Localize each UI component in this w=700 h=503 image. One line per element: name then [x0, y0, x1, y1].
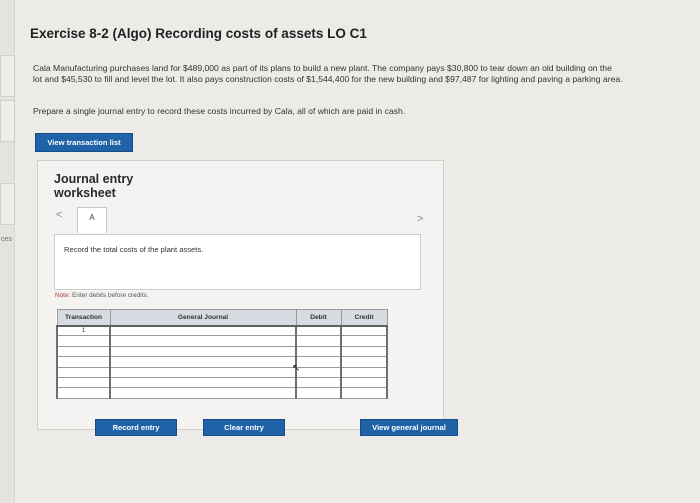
journal-table: Transaction General Journal Debit Credit… — [56, 309, 388, 399]
account-input[interactable] — [109, 366, 297, 378]
left-sidebar-strip — [0, 0, 15, 503]
sidebar-box — [0, 55, 15, 97]
sidebar-box — [0, 100, 15, 142]
debit-header: Debit — [295, 309, 342, 327]
account-input[interactable] — [109, 387, 297, 399]
view-transaction-list-button[interactable]: View transaction list — [35, 133, 133, 152]
debit-input[interactable] — [295, 335, 342, 347]
note-body: Enter debits before credits. — [72, 292, 149, 299]
credit-input[interactable] — [340, 335, 388, 347]
debit-input[interactable] — [295, 387, 342, 399]
mouse-pointer-icon: ↖ — [292, 363, 301, 374]
instruction-text: Record the total costs of the plant asse… — [64, 245, 204, 254]
transaction-cell — [56, 376, 111, 389]
note-label: Note: — [55, 292, 71, 299]
clear-entry-button[interactable]: Clear entry — [203, 419, 285, 436]
account-input[interactable] — [109, 345, 297, 358]
sidebar-box — [0, 183, 15, 225]
debit-input[interactable] — [295, 356, 342, 368]
transaction-cell — [56, 356, 111, 368]
table-row: 1 — [56, 324, 388, 337]
credit-input[interactable] — [340, 387, 388, 399]
sidebar-fragment-text: ces — [1, 236, 12, 243]
credit-input[interactable] — [340, 324, 388, 337]
credit-header: Credit — [340, 309, 388, 327]
credit-input[interactable] — [340, 356, 388, 368]
transaction-cell — [56, 366, 111, 378]
record-entry-button[interactable]: Record entry — [95, 419, 177, 436]
journal-entry-worksheet-panel: Journal entry worksheet < A > Record the… — [37, 160, 458, 436]
transaction-cell — [56, 335, 111, 347]
transaction-cell — [56, 387, 111, 399]
table-row — [56, 366, 388, 378]
debit-input[interactable] — [295, 366, 342, 378]
table-row — [56, 376, 388, 389]
debit-input[interactable] — [295, 376, 342, 389]
table-row — [56, 356, 388, 368]
account-input[interactable] — [109, 376, 297, 389]
credit-input[interactable] — [340, 376, 388, 389]
transaction-header: Transaction — [56, 309, 111, 327]
general-journal-header: General Journal — [109, 309, 297, 327]
exercise-title: Exercise 8-2 (Algo) Recording costs of a… — [30, 26, 367, 41]
account-input[interactable] — [109, 335, 297, 347]
exercise-description: Cala Manufacturing purchases land for $4… — [33, 63, 623, 84]
prev-arrow-icon[interactable]: < — [56, 209, 62, 221]
debit-input[interactable] — [295, 345, 342, 358]
table-row — [56, 387, 388, 399]
debit-input[interactable] — [295, 324, 342, 337]
table-row — [56, 345, 388, 358]
transaction-cell: 1 — [56, 324, 111, 337]
account-input[interactable] — [109, 356, 297, 368]
exercise-prompt: Prepare a single journal entry to record… — [33, 106, 406, 116]
next-arrow-icon[interactable]: > — [417, 213, 423, 225]
table-row — [56, 335, 388, 347]
note-text: Note: Enter debits before credits. — [55, 292, 148, 299]
credit-input[interactable] — [340, 366, 388, 378]
instruction-box: Record the total costs of the plant asse… — [54, 234, 421, 290]
transaction-cell — [56, 345, 111, 358]
account-input[interactable] — [109, 324, 297, 337]
view-general-journal-button[interactable]: View general journal — [360, 419, 458, 436]
credit-input[interactable] — [340, 345, 388, 358]
tab-a[interactable]: A — [77, 207, 107, 233]
worksheet-title: Journal entry worksheet — [54, 172, 134, 200]
